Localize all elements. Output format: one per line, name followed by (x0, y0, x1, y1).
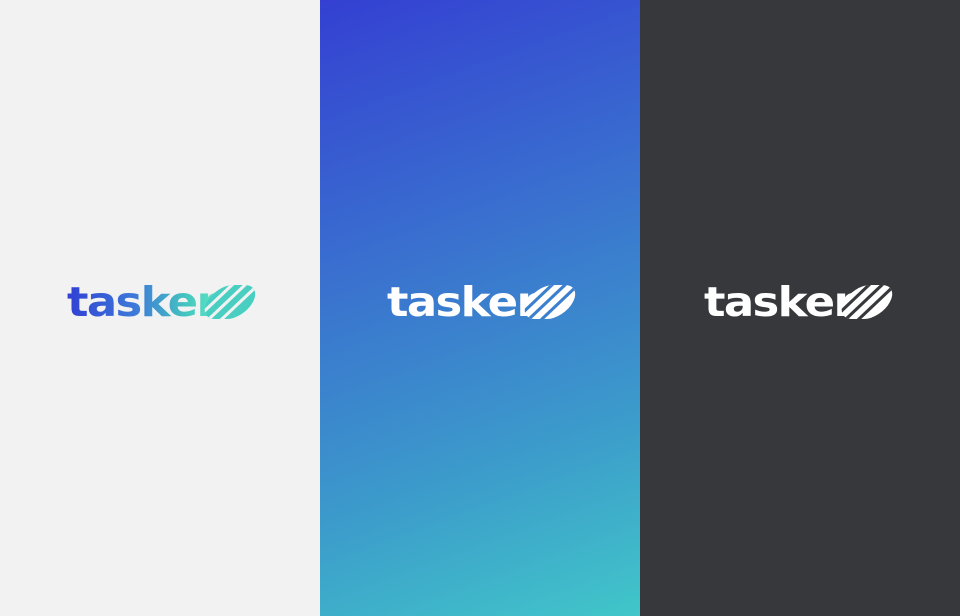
light-panel: tasker (0, 0, 320, 616)
tasker-logo-light: tasker (67, 278, 262, 326)
wordmark: tasker (387, 278, 539, 326)
wordmark: tasker (67, 278, 219, 326)
logo-variants: tasker tasker tasker (0, 0, 960, 616)
gradient-panel: tasker (320, 0, 640, 616)
wordmark: tasker (704, 278, 856, 326)
tasker-logo-gradient: tasker (387, 278, 582, 326)
dark-panel: tasker (640, 0, 960, 616)
tasker-logo-dark: tasker (704, 278, 899, 326)
